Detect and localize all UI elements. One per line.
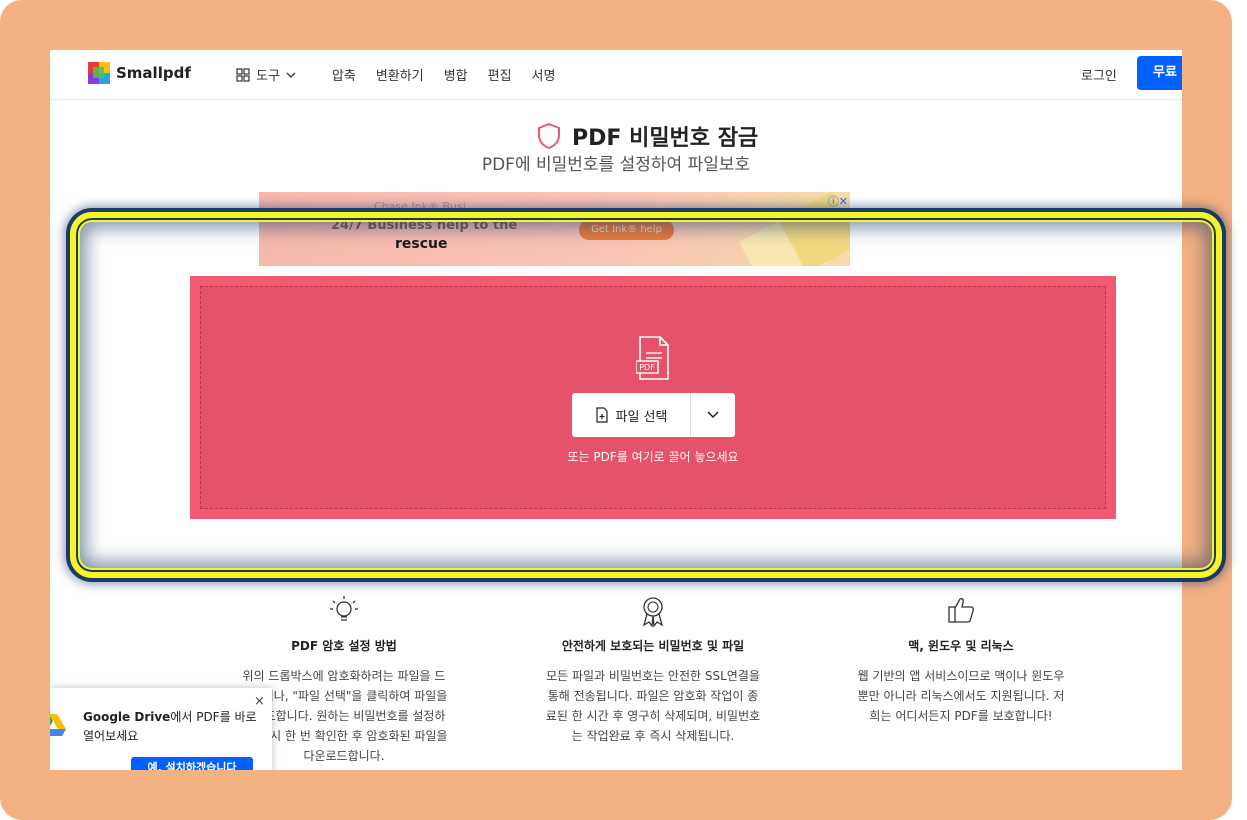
browser-page: Smallpdf 도구 압축 변환하기 병합 편집 서명 로그인 무료 PDF … (50, 50, 1182, 770)
file-add-icon (595, 407, 608, 423)
drop-hint-text: 또는 PDF를 여기로 끌어 놓으세요 (567, 450, 739, 464)
install-button[interactable]: 예, 설치하겠습니다 (131, 757, 253, 770)
ad-line2: 24/7 Business help to the (331, 218, 518, 233)
close-icon[interactable]: × (254, 694, 265, 709)
shield-icon (538, 122, 560, 150)
logo[interactable]: Smallpdf (88, 62, 191, 84)
pdf-badge-text: PDF (639, 363, 655, 372)
site-header: Smallpdf 도구 압축 변환하기 병합 편집 서명 로그인 무료 (50, 50, 1182, 100)
feature-title: PDF 암호 설정 방법 (291, 639, 397, 653)
file-drop-zone[interactable]: PDF 파일 선택 또는 PDF를 여기로 끌어 놓으세요 (190, 276, 1116, 519)
ad-line3: rescue (395, 236, 448, 252)
choose-file-label: 파일 선택 (615, 409, 668, 425)
thumbs-up-icon (948, 597, 975, 623)
ad-button[interactable]: Get Ink® help (579, 220, 674, 240)
advertisement-banner[interactable]: Chase Ink® Busi 24/7 Business help to th… (259, 192, 850, 266)
feature-title: 맥, 윈도우 및 리눅스 (908, 639, 1014, 653)
chevron-down-icon (286, 72, 296, 78)
choose-file-control: 파일 선택 (572, 393, 735, 437)
feature-description: 웹 기반의 앱 서비스이므로 맥이나 윈도우 뿐만 아니라 리눅스에서도 지원됩… (857, 669, 1065, 723)
google-drive-popup: Google Drive에서 PDF를 바로 열어보세요 × 예, 설치하겠습니… (50, 688, 272, 770)
upload-source-dropdown[interactable] (691, 393, 735, 437)
nav-item-sign[interactable]: 서명 (532, 65, 556, 84)
feature-security: 안전하게 보호되는 비밀번호 및 파일 모든 파일과 비밀번호는 안전한 SSL… (528, 595, 778, 746)
page-title: PDF 비밀번호 잠금 (572, 126, 759, 151)
grid-icon (236, 67, 250, 82)
page-subtitle: PDF에 비밀번호를 설정하여 파일보호 (481, 155, 751, 175)
logo-text: Smallpdf (116, 64, 191, 82)
choose-file-button[interactable]: 파일 선택 (572, 393, 691, 437)
ad-close-icon[interactable]: ⓘ✕ (828, 193, 848, 209)
pdf-file-icon: PDF (636, 336, 669, 380)
free-trial-button[interactable]: 무료 체 (1137, 56, 1182, 90)
nav-item-convert[interactable]: 변환하기 (376, 65, 424, 84)
main-nav: 도구 압축 변환하기 병합 편집 서명 (236, 65, 575, 84)
chevron-down-icon (707, 411, 719, 419)
login-link[interactable]: 로그인 (1081, 65, 1117, 84)
ad-line1: Chase Ink® Busi (374, 200, 466, 213)
title-row: PDF 비밀번호 잠금 (536, 120, 758, 152)
logo-icon (88, 62, 110, 84)
feature-platforms: 맥, 윈도우 및 리눅스 웹 기반의 앱 서비스이므로 맥이나 윈도우 뿐만 아… (836, 595, 1086, 726)
google-drive-icon (50, 714, 66, 736)
nav-item-edit[interactable]: 편집 (488, 65, 512, 84)
nav-item-merge[interactable]: 병합 (444, 65, 468, 84)
drop-zone-dashed-border: PDF 파일 선택 또는 PDF를 여기로 끌어 놓으세요 (200, 286, 1106, 509)
feature-title: 안전하게 보호되는 비밀번호 및 파일 (561, 639, 745, 653)
award-icon (642, 597, 664, 628)
tools-menu[interactable]: 도구 (236, 65, 304, 84)
popup-message: Google Drive에서 PDF를 바로 열어보세요 (83, 710, 257, 743)
tools-label: 도구 (256, 69, 280, 84)
feature-description: 모든 파일과 비밀번호는 안전한 SSL연결을 통해 전송됩니다. 파일은 암호… (545, 669, 761, 743)
lightbulb-icon (330, 596, 358, 621)
nav-item-compress[interactable]: 압축 (332, 65, 356, 84)
